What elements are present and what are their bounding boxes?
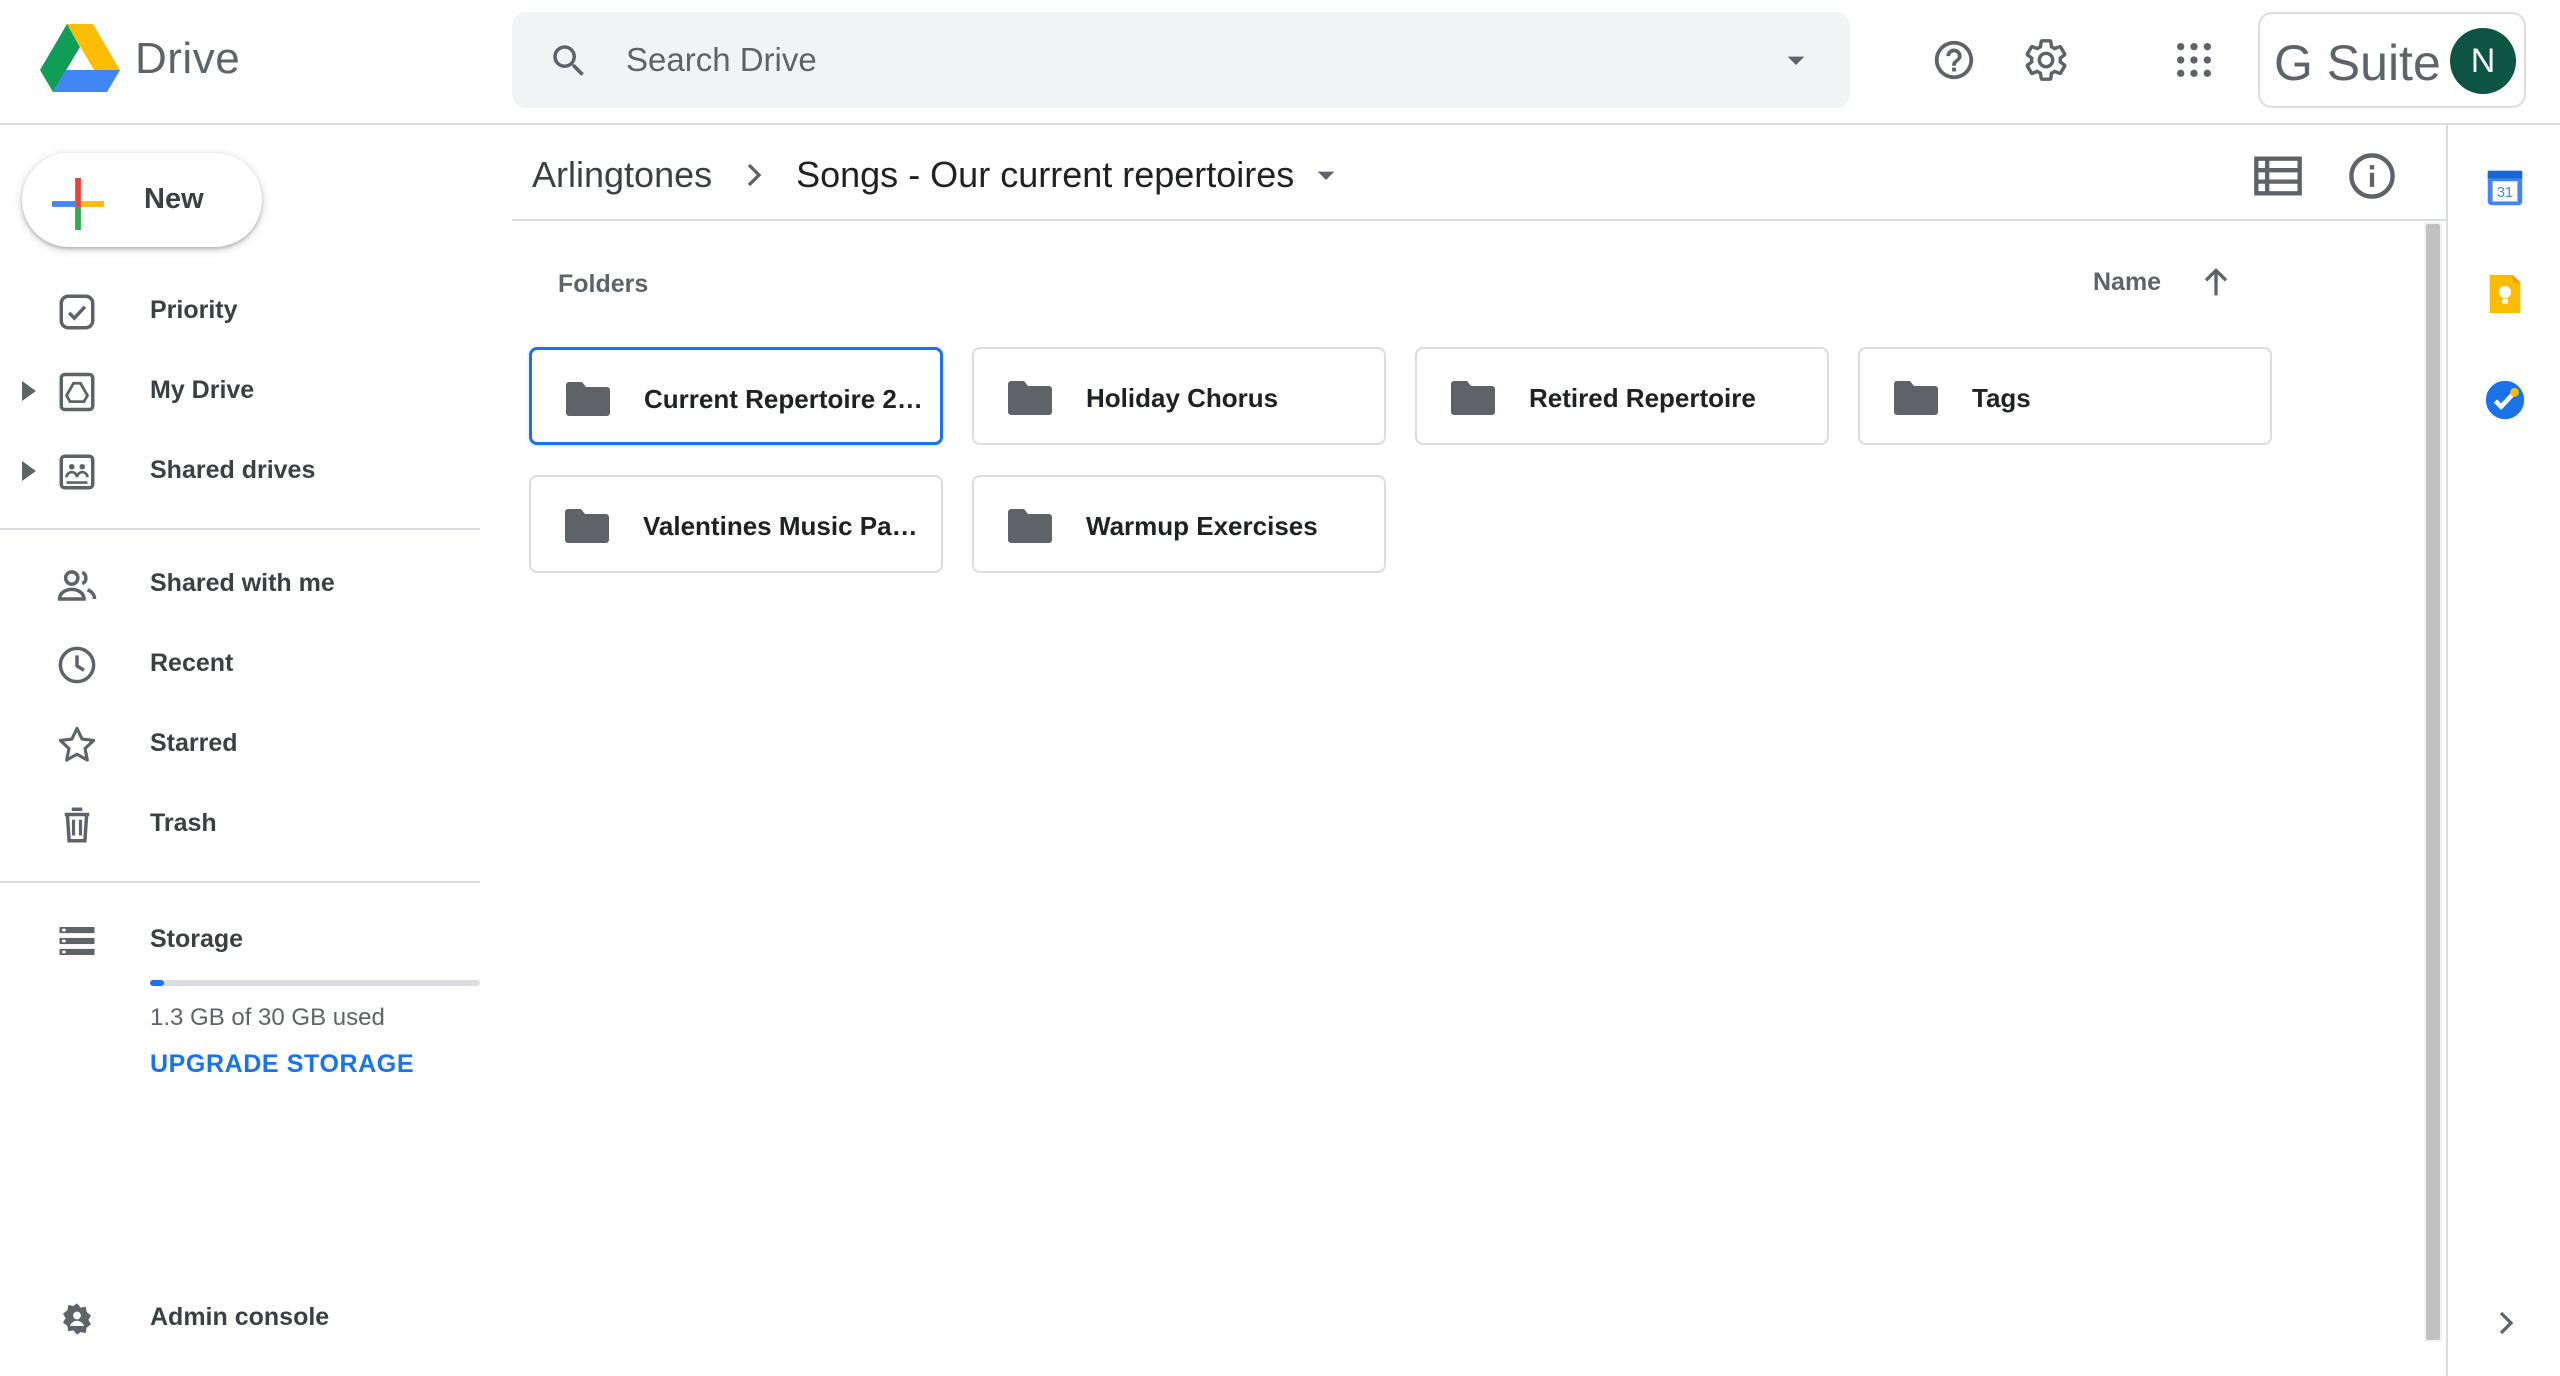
search-options-dropdown-icon[interactable] [1776, 40, 1816, 80]
shared-drives-icon [59, 454, 95, 490]
sidebar-item-label: Starred [150, 729, 238, 757]
folders-section-label: Folders [558, 270, 649, 298]
storage-usage-fill [150, 980, 165, 986]
list-view-icon[interactable] [2252, 150, 2304, 202]
sort-ascending-arrow-icon[interactable] [2196, 262, 2236, 302]
sidebar-item-label: Storage [150, 925, 244, 953]
chevron-right-icon [747, 163, 762, 187]
gsuite-brand: G Suite [2274, 35, 2441, 91]
sidebar-divider [0, 881, 480, 883]
my-drive-icon [59, 372, 95, 412]
admin-console-icon [63, 1303, 91, 1335]
top-bar: Drive G Suite N [0, 0, 2560, 125]
expand-arrow-icon[interactable] [22, 461, 38, 481]
breadcrumb-root[interactable]: Arlingtones [532, 154, 712, 196]
folder-name: Retired Repertoire [1529, 383, 1756, 413]
sidebar-item-starred[interactable]: Starred [0, 708, 480, 780]
info-icon[interactable] [2346, 150, 2398, 202]
folder-name: Tags [1972, 383, 2031, 413]
tasks-icon[interactable] [2482, 377, 2528, 423]
folder-card[interactable]: Holiday Chorus [972, 347, 1386, 445]
keep-icon[interactable] [2482, 271, 2528, 317]
folder-icon [1894, 381, 1938, 415]
settings-button[interactable] [2020, 34, 2072, 86]
settings-icon [2025, 39, 2067, 81]
help-icon [1934, 40, 1974, 80]
help-button[interactable] [1928, 34, 1980, 86]
storage-usage-text: 1.3 GB of 30 GB used [150, 1004, 385, 1031]
folder-name: Warmup Exercises [1086, 511, 1318, 541]
plus-icon [52, 178, 104, 230]
apps-button[interactable] [2168, 34, 2220, 86]
sidebar-item-shared-with-me[interactable]: Shared with me [0, 548, 480, 620]
content-divider [512, 219, 2447, 221]
sidebar-item-trash[interactable]: Trash [0, 788, 480, 860]
sidebar-item-shared-drives[interactable]: Shared drives [0, 435, 480, 507]
sidebar-item-storage[interactable]: Storage [0, 904, 480, 976]
upgrade-storage-link[interactable]: UPGRADE STORAGE [150, 1050, 414, 1079]
sidebar-item-label: Trash [150, 809, 217, 837]
new-button[interactable]: New [22, 153, 262, 247]
sidebar-item-my-drive[interactable]: My Drive [0, 355, 480, 427]
search-bar[interactable] [512, 12, 1850, 108]
sidebar-item-recent[interactable]: Recent [0, 628, 480, 700]
folder-icon [1008, 381, 1052, 415]
new-button-label: New [144, 183, 204, 215]
folder-card[interactable]: Retired Repertoire [1415, 347, 1829, 445]
search-input[interactable] [626, 34, 1726, 86]
apps-grid-icon [2177, 43, 2211, 77]
account-area[interactable]: G Suite N [2258, 12, 2526, 108]
folder-name: Holiday Chorus [1086, 383, 1279, 413]
app-name[interactable]: Drive [135, 34, 240, 84]
trash-icon [64, 807, 90, 843]
drive-logo-icon[interactable] [40, 24, 120, 96]
sidebar-item-label: My Drive [150, 376, 255, 404]
folder-name: Current Repertoire 2019-2020 [644, 384, 924, 414]
storage-icon [59, 927, 95, 955]
priority-icon [59, 294, 95, 330]
folder-card[interactable]: Warmup Exercises [972, 475, 1386, 573]
shared-with-me-icon [57, 570, 97, 601]
folder-icon [1451, 381, 1495, 415]
folder-icon [1008, 509, 1052, 543]
sidebar-item-label: Priority [150, 296, 238, 324]
breadcrumb: Arlingtones Songs - Our current repertoi… [532, 150, 1346, 200]
storage-usage-bar [150, 980, 480, 986]
sidebar-item-label: Admin console [150, 1303, 330, 1331]
scrollbar-thumb[interactable] [2426, 224, 2440, 1340]
sidebar-item-priority[interactable]: Priority [0, 275, 480, 347]
search-icon[interactable] [548, 40, 590, 82]
sidebar-item-admin-console[interactable]: Admin console [0, 1282, 480, 1354]
calendar-icon[interactable]: 31 [2482, 165, 2528, 211]
sidebar-divider [0, 528, 480, 530]
sidebar-item-label: Recent [150, 649, 234, 677]
breadcrumb-current-folder[interactable]: Songs - Our current repertoires [796, 154, 1294, 196]
folder-icon [565, 509, 609, 543]
sidebar-item-label: Shared with me [150, 569, 335, 597]
star-icon [58, 726, 96, 762]
sort-by-name-button[interactable]: Name [2093, 268, 2161, 297]
expand-side-panel-chevron-icon[interactable] [2486, 1303, 2526, 1343]
recent-icon [58, 646, 96, 684]
calendar-date: 31 [2497, 185, 2513, 201]
side-panel: 31 [2446, 125, 2560, 1376]
sidebar-item-label: Shared drives [150, 456, 316, 484]
expand-arrow-icon[interactable] [22, 381, 38, 401]
folder-name: Valentines Music Packets [643, 511, 923, 541]
folder-menu-dropdown-icon[interactable] [1306, 155, 1346, 195]
folder-card[interactable]: Valentines Music Packets [529, 475, 943, 573]
avatar[interactable]: N [2450, 28, 2516, 94]
folder-icon [566, 382, 610, 416]
folder-card[interactable]: Tags [1858, 347, 2272, 445]
folder-card[interactable]: Current Repertoire 2019-2020 [529, 347, 943, 445]
